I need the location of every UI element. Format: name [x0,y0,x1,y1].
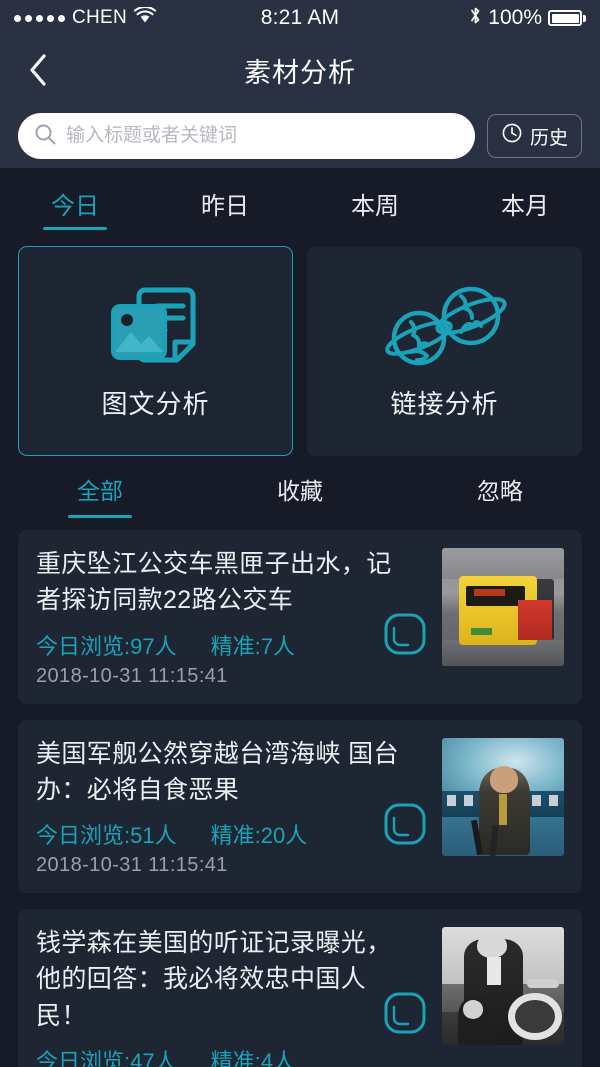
status-bar: CHEN 8:21 AM 100% [0,0,600,36]
filter-tab-favorites[interactable]: 收藏 [200,472,400,518]
bluetooth-icon [469,5,482,32]
search-row: 历史 [0,104,600,168]
chevron-left-icon [30,54,46,86]
article-precise: 精准:20人 [210,823,308,848]
list-item[interactable]: 钱学森在美国的听证记录曝光，他的回答：我必将效忠中国人民！ 今日浏览:47人 精… [18,909,582,1067]
filter-tab-all-label: 全部 [76,478,123,504]
navigation-bar: 素材分析 [0,36,600,104]
tab-today-label: 今日 [51,192,99,220]
status-bar-left: CHEN [14,5,157,30]
filter-tabs: 全部 收藏 忽略 [0,456,600,522]
period-tabs: 今日 昨日 本周 本月 [0,168,600,238]
article-thumbnail [442,737,564,856]
card-image-text-label: 图文分析 [101,388,210,419]
bw-portrait-photo [442,927,564,1045]
analysis-type-row: 图文分析 链接分析 [0,238,600,456]
bus-photo [442,548,564,666]
status-bar-right: 100% [469,5,586,32]
tab-today[interactable]: 今日 [0,168,150,238]
loading-square-icon[interactable] [383,991,427,1035]
image-document-icon [101,282,211,370]
page-title: 素材分析 [244,57,356,88]
card-link-label: 链接分析 [390,388,499,419]
article-list: 重庆坠江公交车黑匣子出水，记者探访同款22路公交车 今日浏览:97人 精准:7人… [0,522,600,1067]
filter-tab-all[interactable]: 全部 [0,472,200,518]
list-item[interactable]: 美国军舰公然穿越台湾海峡 国台办：必将自食恶果 今日浏览:51人 精准:20人 … [18,719,582,893]
article-views: 今日浏览:51人 [36,823,177,848]
article-precise: 精准:4人 [210,1048,295,1067]
battery-icon [548,10,586,26]
battery-percent: 100% [488,6,542,29]
tab-this-week[interactable]: 本周 [300,168,450,238]
card-link-analysis[interactable]: 链接分析 [307,246,582,456]
history-button-label: 历史 [529,127,568,149]
filter-tab-favorites-label: 收藏 [276,478,323,504]
article-timestamp: 2018-10-31 11:15:41 [36,664,228,687]
signal-strength-icon [14,14,65,22]
article-precise: 精准:7人 [210,633,295,659]
list-item[interactable]: 重庆坠江公交车黑匣子出水，记者探访同款22路公交车 今日浏览:97人 精准:7人… [18,530,582,704]
history-button[interactable]: 历史 [486,114,582,158]
tab-this-month-label: 本月 [501,192,549,220]
loading-square-icon[interactable] [383,612,427,656]
search-icon [34,123,56,150]
clock-icon [501,122,523,150]
search-input[interactable] [66,125,459,147]
article-views: 今日浏览:47人 [36,1048,177,1067]
filter-active-indicator [67,515,132,518]
tab-active-indicator [43,227,107,230]
phone-screen: CHEN 8:21 AM 100% 素材分析 输入标题或者关键词 历史 今日 昨… [0,0,600,1067]
article-views: 今日浏览:97人 [36,633,177,659]
globes-link-icon [375,282,515,370]
article-timestamp: 2018-10-31 11:15:41 [36,854,228,876]
tab-yesterday[interactable]: 昨日 [150,168,300,238]
article-thumbnail [442,548,564,666]
wifi-icon [133,5,157,30]
loading-square-icon[interactable] [383,802,427,846]
tab-this-month[interactable]: 本月 [450,168,600,238]
article-thumbnail [442,927,564,1045]
article-stats: 今日浏览:47人 精准:4人 [36,1044,564,1067]
card-image-text-analysis[interactable]: 图文分析 [18,246,293,456]
tab-yesterday-label: 昨日 [201,192,249,220]
filter-tab-ignored[interactable]: 忽略 [400,472,600,518]
carrier-name: CHEN [72,7,128,28]
press-conference-photo [442,737,564,856]
search-box[interactable] [18,113,475,159]
back-button[interactable] [18,50,58,90]
filter-tab-ignored-label: 忽略 [476,478,523,504]
tab-this-week-label: 本周 [351,192,399,220]
